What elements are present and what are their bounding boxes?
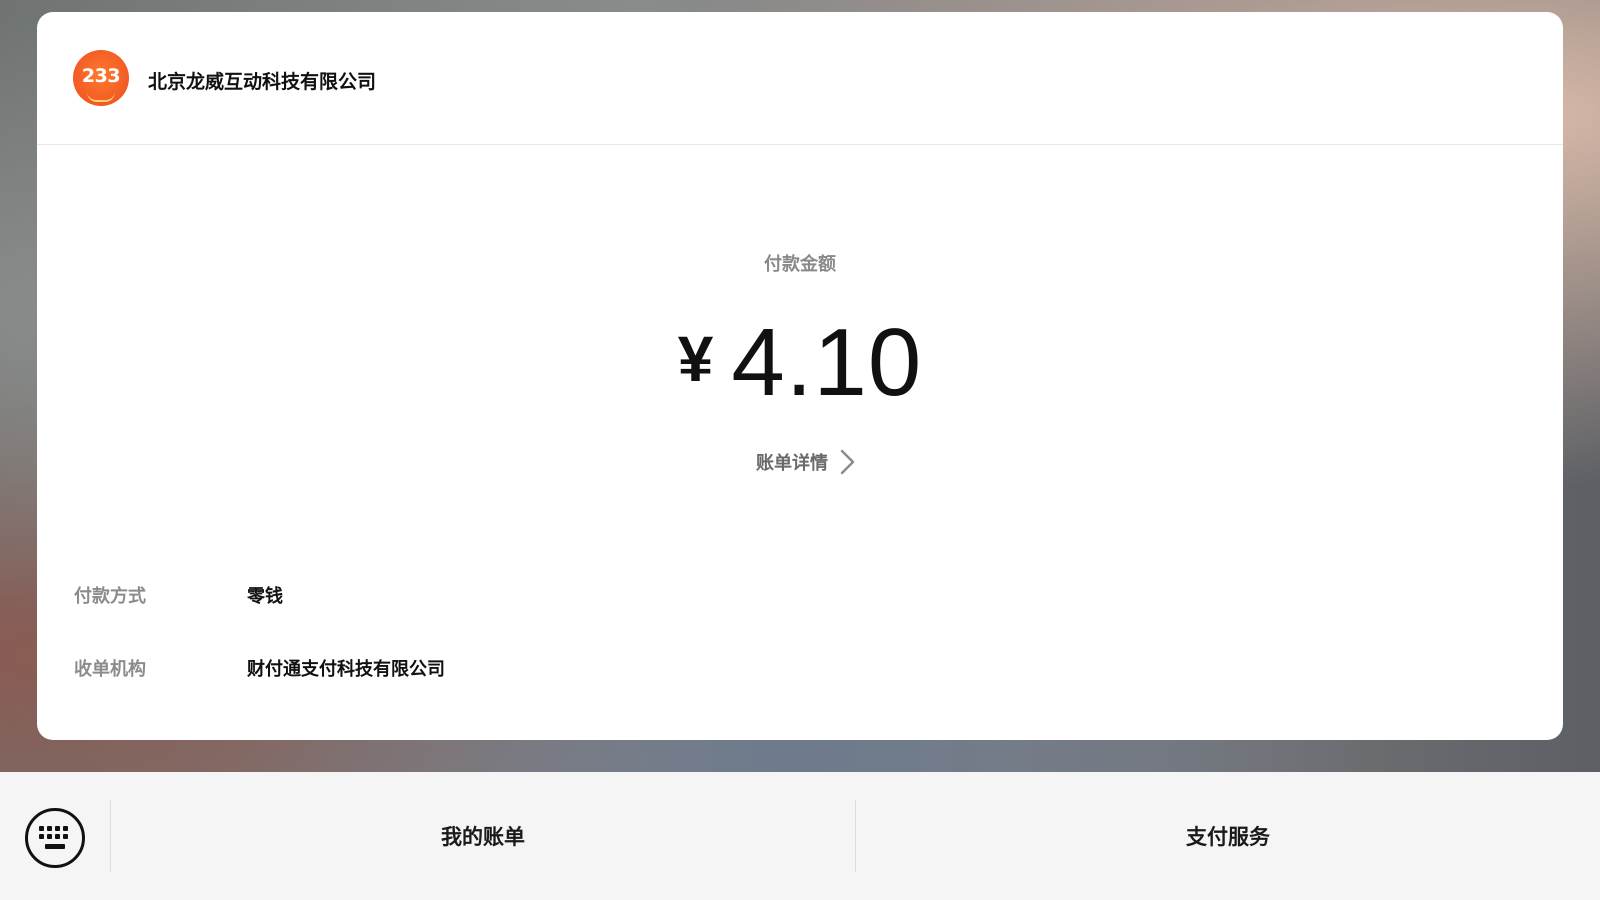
payment-receipt-card: 233 北京龙威互动科技有限公司 付款金额 ¥ 4.10 账单详情 付款方式 零… xyxy=(37,12,1563,740)
menu-item-payment-services[interactable]: 支付服务 xyxy=(856,812,1600,860)
logo-smile-mark xyxy=(87,92,115,102)
payment-method-label: 付款方式 xyxy=(74,586,146,607)
merchant-header: 233 北京龙威互动科技有限公司 xyxy=(37,12,1563,145)
amount-value: 4.10 xyxy=(731,309,923,416)
merchant-name: 北京龙威互动科技有限公司 xyxy=(148,71,377,93)
menu-item-my-bills[interactable]: 我的账单 xyxy=(111,812,855,860)
merchant-logo: 233 xyxy=(73,50,129,106)
acquirer-value: 财付通支付科技有限公司 xyxy=(247,659,445,680)
merchant-logo-text: 233 xyxy=(81,65,121,87)
acquirer-label: 收单机构 xyxy=(74,659,146,680)
bottom-menu-bar: 我的账单 支付服务 xyxy=(0,772,1600,900)
payment-method-row: 付款方式 零钱 xyxy=(74,582,1524,612)
chevron-right-icon xyxy=(840,449,855,475)
keyboard-icon[interactable] xyxy=(24,807,86,869)
bill-detail-label: 账单详情 xyxy=(756,453,828,474)
amount-label: 付款金额 xyxy=(764,254,836,275)
amount-display: ¥ 4.10 xyxy=(37,308,1563,418)
bill-detail-link[interactable]: 账单详情 xyxy=(37,448,1563,476)
acquirer-row: 收单机构 财付通支付科技有限公司 xyxy=(74,655,1524,685)
payment-method-value: 零钱 xyxy=(247,586,283,607)
currency-symbol: ¥ xyxy=(677,323,714,395)
